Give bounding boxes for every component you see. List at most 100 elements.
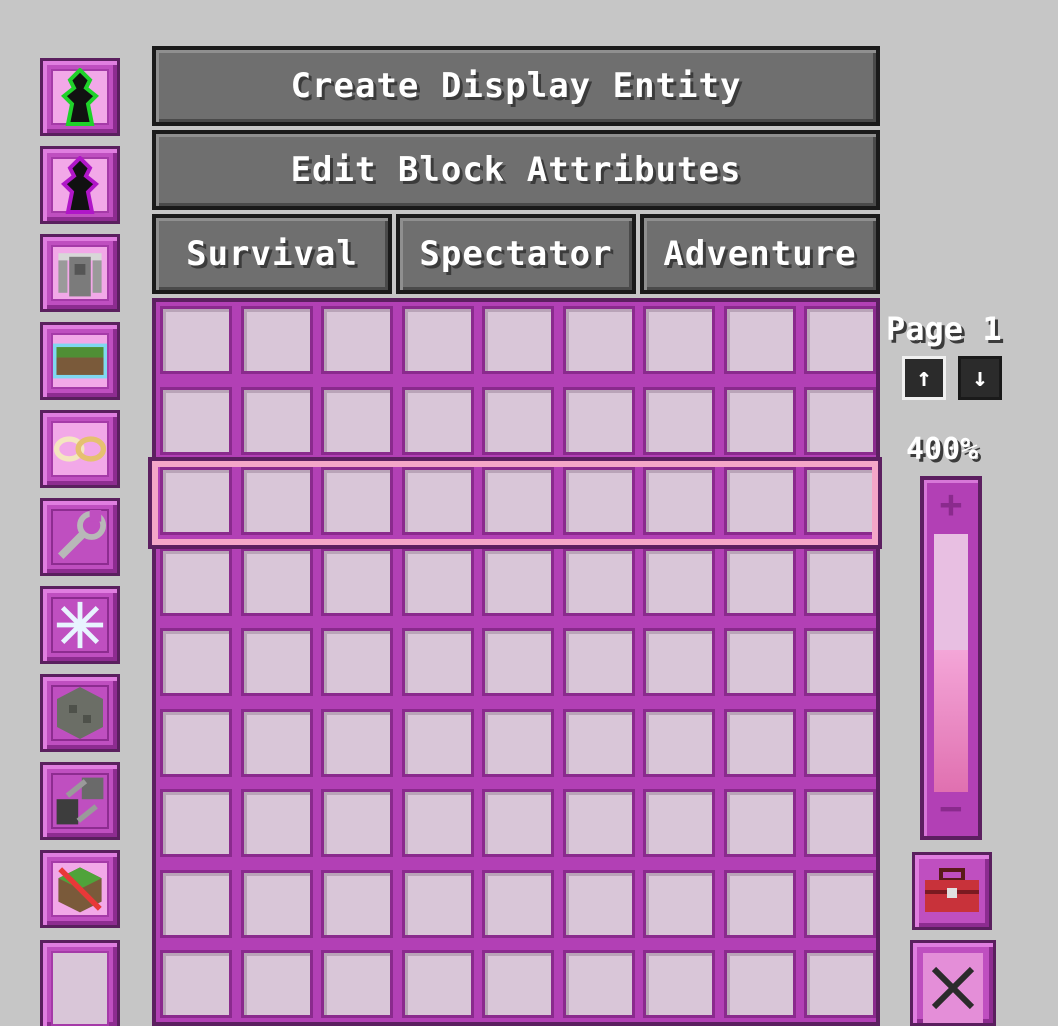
inventory-slot[interactable] bbox=[321, 869, 393, 938]
inventory-slot[interactable] bbox=[482, 789, 554, 857]
inventory-slot[interactable] bbox=[562, 547, 635, 616]
inventory-slot[interactable] bbox=[240, 386, 313, 455]
inventory-slot[interactable] bbox=[804, 628, 876, 696]
sidebar-item-transform[interactable] bbox=[40, 762, 120, 840]
inventory-slot[interactable] bbox=[482, 467, 554, 535]
inventory-slot[interactable] bbox=[240, 789, 313, 857]
sidebar-item-wrench[interactable] bbox=[40, 498, 120, 576]
sidebar-item-chain[interactable] bbox=[40, 410, 120, 488]
inventory-slot[interactable] bbox=[562, 628, 635, 696]
inventory-slot[interactable] bbox=[643, 789, 715, 857]
inventory-slot[interactable] bbox=[160, 628, 232, 696]
inventory-slot[interactable] bbox=[643, 467, 715, 535]
inventory-slot[interactable] bbox=[643, 628, 715, 696]
inventory-slot[interactable] bbox=[804, 789, 876, 857]
zoom-slider[interactable]: + − bbox=[920, 476, 982, 840]
inventory-slot[interactable] bbox=[562, 306, 635, 374]
inventory-slot[interactable] bbox=[482, 628, 554, 696]
inventory-slot[interactable] bbox=[321, 467, 393, 535]
inventory-slot[interactable] bbox=[321, 386, 393, 455]
inventory-slot[interactable] bbox=[723, 306, 796, 374]
inventory-slot[interactable] bbox=[160, 708, 232, 777]
inventory-slot[interactable] bbox=[804, 547, 876, 616]
inventory-slot[interactable] bbox=[482, 950, 554, 1018]
inventory-slot[interactable] bbox=[482, 547, 554, 616]
inventory-slot[interactable] bbox=[643, 306, 715, 374]
inventory-slot[interactable] bbox=[482, 708, 554, 777]
inventory-slot[interactable] bbox=[160, 869, 232, 938]
inventory-slot[interactable] bbox=[401, 467, 474, 535]
sidebar-item-display-green[interactable] bbox=[40, 58, 120, 136]
zoom-plus-icon[interactable]: + bbox=[924, 482, 978, 526]
inventory-slot[interactable] bbox=[401, 628, 474, 696]
sidebar-item-block-display[interactable] bbox=[40, 322, 120, 400]
inventory-slot[interactable] bbox=[240, 306, 313, 374]
inventory-slot[interactable] bbox=[723, 386, 796, 455]
inventory-slot[interactable] bbox=[562, 386, 635, 455]
sidebar-item-display-purple[interactable] bbox=[40, 146, 120, 224]
inventory-slot[interactable] bbox=[160, 789, 232, 857]
inventory-slot[interactable] bbox=[160, 386, 232, 455]
inventory-slot[interactable] bbox=[723, 467, 796, 535]
inventory-slot[interactable] bbox=[723, 708, 796, 777]
inventory-slot[interactable] bbox=[643, 869, 715, 938]
inventory-slot[interactable] bbox=[321, 789, 393, 857]
inventory-slot[interactable] bbox=[401, 547, 474, 616]
page-up-button[interactable]: ↑ bbox=[902, 356, 946, 400]
sidebar-item-armor-stand[interactable] bbox=[40, 234, 120, 312]
inventory-slot[interactable] bbox=[321, 547, 393, 616]
inventory-slot[interactable] bbox=[643, 386, 715, 455]
inventory-slot[interactable] bbox=[723, 628, 796, 696]
inventory-slot[interactable] bbox=[804, 467, 876, 535]
inventory-slot[interactable] bbox=[321, 628, 393, 696]
survival-button[interactable]: Survival bbox=[152, 214, 392, 294]
inventory-slot[interactable] bbox=[240, 547, 313, 616]
sidebar-item-empty[interactable] bbox=[40, 940, 120, 1026]
zoom-track[interactable] bbox=[934, 534, 968, 792]
inventory-slot[interactable] bbox=[401, 708, 474, 777]
inventory-slot[interactable] bbox=[723, 869, 796, 938]
close-button[interactable] bbox=[910, 940, 996, 1026]
edit-block-attributes-button[interactable]: Edit Block Attributes bbox=[152, 130, 880, 210]
inventory-slot[interactable] bbox=[240, 628, 313, 696]
inventory-slot[interactable] bbox=[723, 950, 796, 1018]
inventory-slot[interactable] bbox=[321, 306, 393, 374]
inventory-slot[interactable] bbox=[643, 950, 715, 1018]
inventory-slot[interactable] bbox=[401, 869, 474, 938]
inventory-slot[interactable] bbox=[160, 467, 232, 535]
inventory-slot[interactable] bbox=[643, 708, 715, 777]
page-down-button[interactable]: ↓ bbox=[958, 356, 1002, 400]
sidebar-item-particles[interactable] bbox=[40, 586, 120, 664]
inventory-slot[interactable] bbox=[562, 789, 635, 857]
inventory-slot[interactable] bbox=[240, 467, 313, 535]
inventory-slot[interactable] bbox=[401, 306, 474, 374]
inventory-slot[interactable] bbox=[482, 306, 554, 374]
inventory-slot[interactable] bbox=[804, 950, 876, 1018]
sidebar-item-stone[interactable] bbox=[40, 674, 120, 752]
inventory-slot[interactable] bbox=[160, 306, 232, 374]
zoom-minus-icon[interactable]: − bbox=[924, 786, 978, 830]
inventory-slot[interactable] bbox=[723, 547, 796, 616]
inventory-slot[interactable] bbox=[240, 708, 313, 777]
inventory-slot[interactable] bbox=[240, 950, 313, 1018]
inventory-slot[interactable] bbox=[482, 386, 554, 455]
inventory-slot[interactable] bbox=[401, 789, 474, 857]
inventory-slot[interactable] bbox=[482, 869, 554, 938]
inventory-slot[interactable] bbox=[804, 306, 876, 374]
inventory-slot[interactable] bbox=[643, 547, 715, 616]
inventory-slot[interactable] bbox=[321, 950, 393, 1018]
inventory-slot[interactable] bbox=[804, 708, 876, 777]
inventory-slot[interactable] bbox=[804, 869, 876, 938]
inventory-slot[interactable] bbox=[240, 869, 313, 938]
inventory-slot[interactable] bbox=[321, 708, 393, 777]
inventory-slot[interactable] bbox=[562, 950, 635, 1018]
toolbox-button[interactable] bbox=[912, 852, 992, 930]
adventure-button[interactable]: Adventure bbox=[640, 214, 880, 294]
inventory-slot[interactable] bbox=[723, 789, 796, 857]
create-display-entity-button[interactable]: Create Display Entity bbox=[152, 46, 880, 126]
inventory-slot[interactable] bbox=[160, 950, 232, 1018]
inventory-slot[interactable] bbox=[562, 467, 635, 535]
inventory-slot[interactable] bbox=[160, 547, 232, 616]
inventory-slot[interactable] bbox=[562, 869, 635, 938]
inventory-slot[interactable] bbox=[401, 950, 474, 1018]
